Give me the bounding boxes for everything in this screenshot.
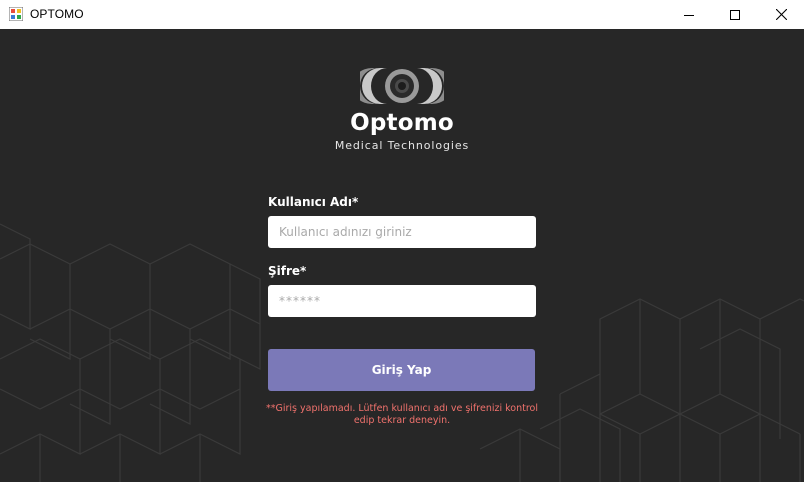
title-bar: OPTOMO — [0, 0, 804, 29]
brand-name: Optomo — [350, 110, 454, 136]
minimize-button[interactable] — [666, 0, 712, 29]
close-button[interactable] — [758, 0, 804, 29]
username-input[interactable] — [268, 216, 536, 248]
app-icon — [9, 7, 23, 21]
maximize-icon — [730, 9, 740, 20]
close-icon — [775, 9, 787, 20]
password-label: Şifre* — [268, 264, 307, 278]
username-label: Kullanıcı Adı* — [268, 195, 359, 209]
login-panel: Optomo Medical Technologies Kullanıcı Ad… — [0, 29, 804, 482]
optomo-logo — [360, 68, 444, 104]
error-message: **Giriş yapılamadı. Lütfen kullanıcı adı… — [266, 403, 538, 426]
login-button[interactable]: Giriş Yap — [268, 349, 535, 391]
minimize-icon — [684, 14, 694, 16]
brand-tagline: Medical Technologies — [334, 139, 470, 152]
window-title: OPTOMO — [30, 7, 84, 21]
maximize-button[interactable] — [712, 0, 758, 29]
password-input[interactable] — [268, 285, 536, 317]
